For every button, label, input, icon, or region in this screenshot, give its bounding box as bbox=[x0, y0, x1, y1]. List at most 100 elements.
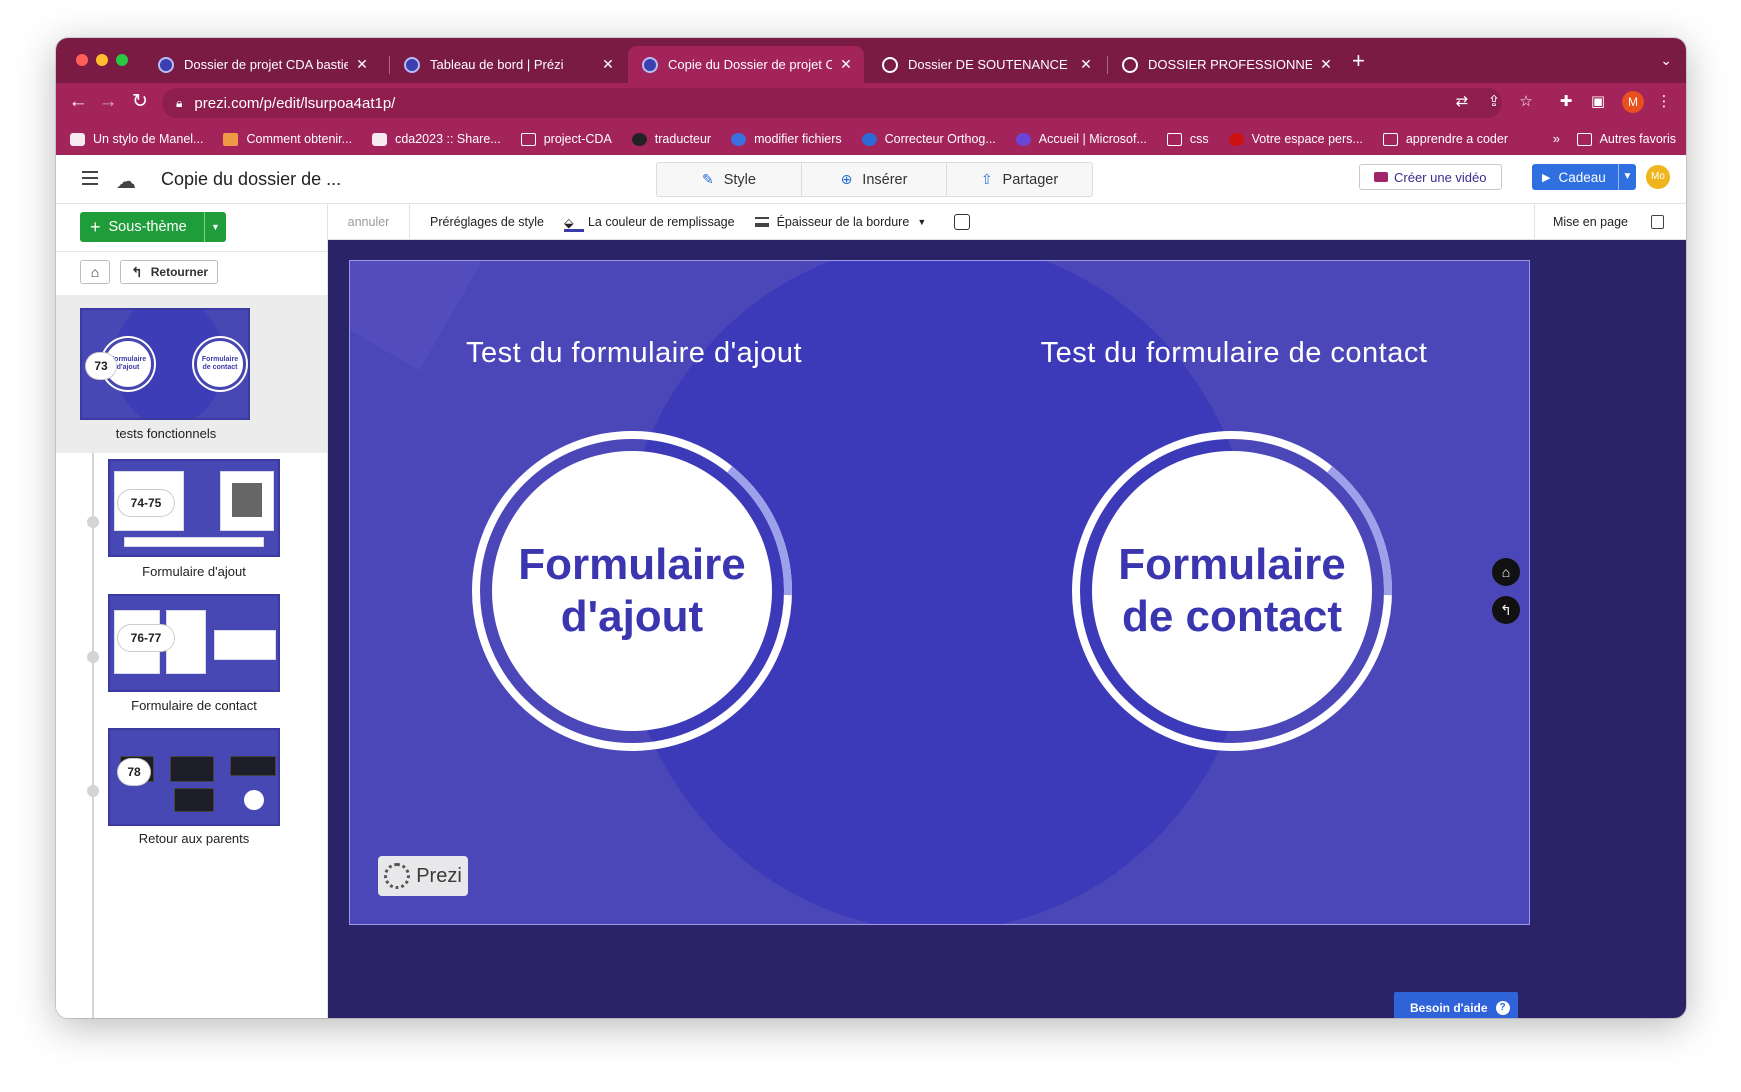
canvas-home-button[interactable]: ⌂ bbox=[1492, 558, 1520, 586]
back-arrow-icon[interactable]: ← bbox=[66, 91, 90, 113]
left-heading[interactable]: Test du formulaire d'ajout bbox=[384, 337, 884, 370]
bookmark-item[interactable]: modifier fichiers bbox=[731, 132, 842, 146]
undo-button[interactable]: annuler bbox=[328, 203, 410, 240]
app-header: ☁ Copie du dossier de ... ✎ Style ⊕ Insére… bbox=[56, 155, 1686, 204]
mode-tabs: ✎ Style ⊕ Insérer ⇧ Partager bbox=[656, 162, 1093, 197]
bookmark-icon bbox=[861, 132, 877, 146]
prezi-logo: Prezi bbox=[378, 856, 468, 896]
browser-tab[interactable]: Tableau de bord | Prézi ✕ bbox=[390, 46, 626, 83]
border-thickness-button[interactable]: Épaisseur de la bordure ▼ bbox=[754, 215, 926, 229]
hamburger-menu-icon[interactable] bbox=[82, 171, 98, 189]
gift-button[interactable]: ▶ Cadeau ▼ bbox=[1532, 164, 1636, 190]
browser-window: Dossier de projet CDA bastien ✕ Tableau … bbox=[56, 38, 1686, 1018]
url-input[interactable]: 🔒︎ prezi.com/p/edit/lsurpoa4at1p/ bbox=[162, 88, 1502, 118]
maximize-window-button[interactable] bbox=[116, 54, 128, 66]
tab-title: Dossier de projet CDA bastien bbox=[184, 57, 348, 72]
browser-tab[interactable]: DOSSIER PROFESSIONNEL (DF ✕ bbox=[1108, 46, 1344, 83]
close-tab-icon[interactable]: ✕ bbox=[838, 56, 854, 73]
tab-share[interactable]: ⇧ Partager bbox=[947, 163, 1092, 196]
question-icon: ? bbox=[1495, 1001, 1510, 1015]
right-circle-button[interactable]: Formulaire de contact bbox=[1092, 451, 1372, 731]
tab-title: Tableau de bord | Prézi bbox=[430, 57, 564, 72]
help-button[interactable]: Besoin d'aide ? bbox=[1394, 992, 1518, 1018]
plus-circle-icon: ⊕ bbox=[840, 171, 853, 187]
bookmark-folder[interactable]: apprendre a coder bbox=[1382, 132, 1508, 146]
bookmarks-bar: Un stylo de Manel... Comment obtenir... … bbox=[56, 123, 1686, 155]
slide-number-badge: 73 bbox=[86, 353, 116, 379]
folder-icon bbox=[520, 132, 536, 146]
bookmark-item[interactable]: traducteur bbox=[631, 132, 711, 146]
bookmark-icon bbox=[70, 132, 85, 146]
close-window-button[interactable] bbox=[76, 54, 88, 66]
tab-title: Copie du Dossier de projet CDA bbox=[668, 57, 832, 72]
tab-strip: Dossier de projet CDA bastien ✕ Tableau … bbox=[56, 38, 1686, 83]
back-arrow-icon: ↰ bbox=[131, 263, 143, 280]
more-bookmarks-button[interactable]: » bbox=[1553, 131, 1560, 146]
browser-tab[interactable]: Dossier DE SOUTENANCE POU ✕ bbox=[868, 46, 1104, 83]
cloud-sync-icon: ☁ bbox=[116, 171, 136, 193]
user-avatar[interactable]: Mo bbox=[1646, 165, 1670, 189]
tab-insert[interactable]: ⊕ Insérer bbox=[802, 163, 947, 196]
canvas-back-button[interactable]: ↰ bbox=[1492, 596, 1520, 624]
extensions-icon[interactable]: ✚ bbox=[1556, 92, 1576, 110]
notes-icon[interactable] bbox=[1651, 215, 1664, 229]
reload-icon[interactable]: ↻ bbox=[128, 91, 152, 113]
minimize-window-button[interactable] bbox=[96, 54, 108, 66]
right-heading[interactable]: Test du formulaire de contact bbox=[984, 337, 1484, 370]
fill-color-button[interactable]: ⬙ La couleur de remplissage bbox=[563, 215, 735, 232]
home-button[interactable]: ⌂ bbox=[80, 260, 110, 284]
shape-outline-icon[interactable] bbox=[954, 213, 971, 230]
plus-icon: + bbox=[90, 216, 101, 237]
bookmark-icon bbox=[1015, 132, 1031, 146]
document-title[interactable]: Copie du dossier de ... bbox=[161, 169, 341, 190]
sidepanel-icon[interactable]: ▣ bbox=[1588, 92, 1608, 110]
chevron-down-icon[interactable]: ▼ bbox=[204, 212, 226, 242]
slide[interactable]: Test du formulaire d'ajout Test du formu… bbox=[349, 260, 1530, 925]
back-button[interactable]: ↰ Retourner bbox=[120, 260, 218, 284]
star-icon[interactable]: ☆ bbox=[1516, 92, 1536, 110]
forward-arrow-icon[interactable]: → bbox=[96, 91, 120, 113]
chevron-down-icon[interactable]: ⌄ bbox=[1660, 52, 1672, 69]
style-presets-button[interactable]: Préréglages de style bbox=[430, 215, 544, 229]
bookmark-item[interactable]: Votre espace pers... bbox=[1228, 132, 1363, 146]
close-tab-icon[interactable]: ✕ bbox=[354, 56, 370, 73]
profile-avatar[interactable]: M bbox=[1622, 91, 1644, 113]
slide-number-badge: 74-75 bbox=[118, 490, 174, 516]
bookmark-icon bbox=[372, 132, 388, 146]
bookmark-folder[interactable]: css bbox=[1166, 132, 1209, 146]
folder-icon bbox=[1576, 132, 1592, 146]
add-subtopic-button[interactable]: + Sous-thème ▼ bbox=[80, 212, 226, 242]
close-tab-icon[interactable]: ✕ bbox=[600, 56, 616, 73]
bookmark-item[interactable]: cda2023 :: Share... bbox=[372, 132, 501, 146]
new-tab-button[interactable]: + bbox=[1352, 50, 1365, 72]
bookmark-item[interactable]: Comment obtenir... bbox=[223, 132, 352, 146]
create-video-button[interactable]: Créer une vidéo bbox=[1359, 164, 1502, 190]
tab-style[interactable]: ✎ Style bbox=[657, 163, 802, 196]
folder-icon bbox=[1166, 132, 1182, 146]
upload-icon: ⇧ bbox=[980, 171, 993, 187]
chevron-down-icon[interactable]: ▼ bbox=[1618, 164, 1636, 190]
globe-icon bbox=[882, 56, 898, 73]
browser-tab-active[interactable]: Copie du Dossier de projet CDA ✕ bbox=[628, 46, 864, 83]
prezi-icon bbox=[404, 56, 420, 73]
translate-icon[interactable]: ⇄ bbox=[1452, 92, 1472, 110]
bookmark-item[interactable]: Correcteur Orthog... bbox=[861, 132, 996, 146]
browser-tab[interactable]: Dossier de projet CDA bastien ✕ bbox=[144, 46, 380, 83]
bookmark-folder[interactable]: project-CDA bbox=[520, 132, 612, 146]
layout-button[interactable]: Mise en page bbox=[1533, 204, 1628, 240]
prezi-icon bbox=[642, 56, 658, 73]
close-tab-icon[interactable]: ✕ bbox=[1318, 56, 1334, 73]
border-lines-icon bbox=[754, 216, 769, 227]
magic-wand-icon: ✎ bbox=[702, 171, 714, 187]
left-circle-button[interactable]: Formulaire d'ajout bbox=[492, 451, 772, 731]
share-icon[interactable]: ⇪ bbox=[1484, 92, 1504, 110]
close-tab-icon[interactable]: ✕ bbox=[1078, 56, 1094, 73]
bookmark-item[interactable]: Accueil | Microsof... bbox=[1015, 132, 1147, 146]
play-icon: ▶ bbox=[1542, 171, 1551, 184]
other-bookmarks-folder[interactable]: Autres favoris bbox=[1576, 123, 1676, 155]
prezi-icon bbox=[158, 56, 174, 73]
bookmark-item[interactable]: Un stylo de Manel... bbox=[70, 132, 203, 146]
menu-kebab-icon[interactable]: ⋮ bbox=[1654, 92, 1674, 110]
editor-canvas[interactable]: Test du formulaire d'ajout Test du formu… bbox=[328, 240, 1686, 1018]
address-bar: ← → ↻ 🔒︎ prezi.com/p/edit/lsurpoa4at1p/ … bbox=[56, 83, 1686, 123]
